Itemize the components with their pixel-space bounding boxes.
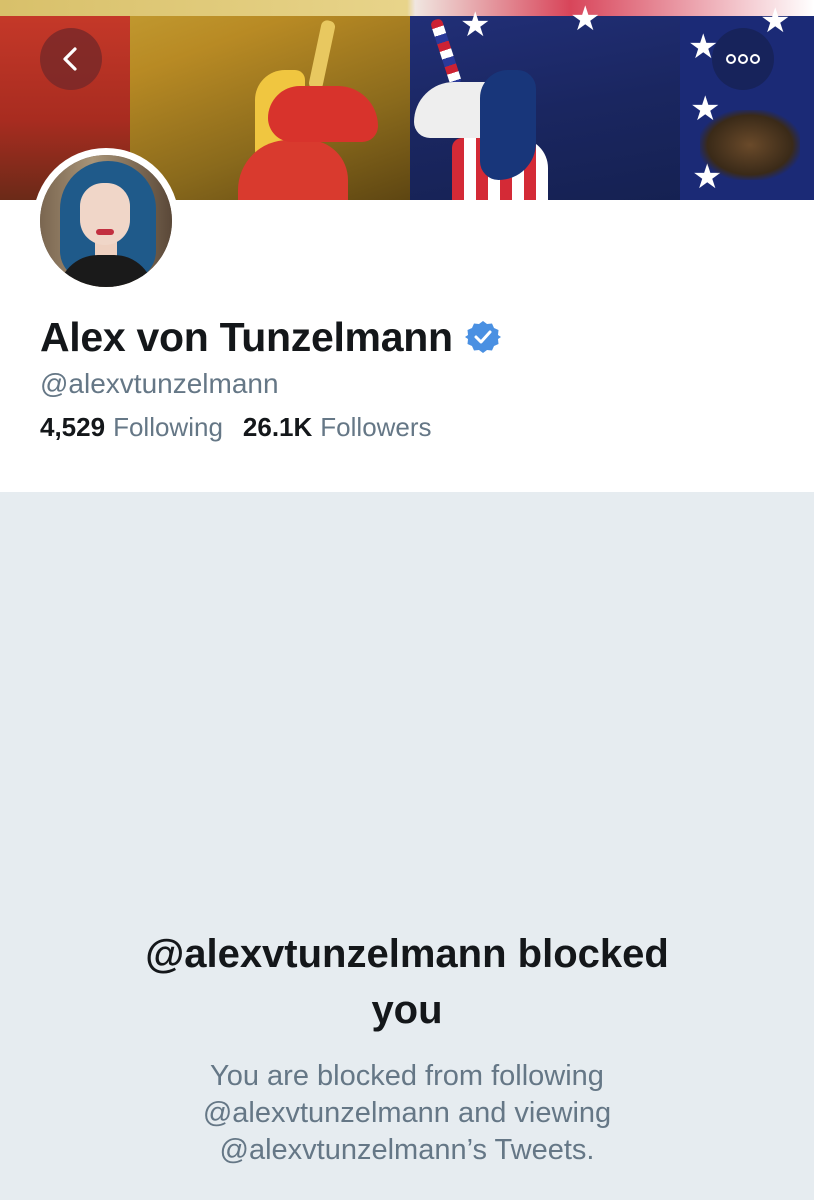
follow-stats: 4,529 Following 26.1K Followers: [40, 412, 432, 443]
followers-label: Followers: [320, 412, 432, 442]
blocked-title-line: @alexvtunzelmann blocked: [145, 932, 669, 976]
followers-stat[interactable]: 26.1K Followers: [243, 412, 432, 443]
avatar-photo: [40, 155, 172, 287]
following-count: 4,529: [40, 412, 106, 442]
banner-eagle: [700, 110, 800, 180]
verified-badge-icon: [464, 321, 501, 353]
more-options-button[interactable]: [712, 28, 774, 90]
followers-count: 26.1K: [242, 412, 313, 442]
blocked-title-line: you: [371, 988, 443, 1032]
name-row: Alex von Tunzelmann: [40, 312, 501, 362]
blocked-description-line: @alexvtunzelmann’s Tweets.: [219, 1134, 595, 1166]
star-shape: ★: [760, 2, 791, 40]
blocked-title: @alexvtunzelmann blocked you: [60, 926, 754, 1038]
following-stat[interactable]: 4,529 Following: [40, 412, 223, 443]
following-label: Following: [113, 412, 223, 442]
banner-unicorn-red: [268, 86, 378, 142]
display-name: Alex von Tunzelmann: [40, 313, 453, 360]
profile-handle: @alexvtunzelmann: [40, 368, 279, 399]
avatar[interactable]: [33, 148, 179, 294]
back-button[interactable]: [40, 28, 102, 90]
blocked-description: You are blocked from following @alexvtun…: [100, 1058, 714, 1169]
chevron-left-icon: [63, 47, 77, 71]
ellipsis-icon: [726, 54, 760, 64]
star-shape: ★: [460, 6, 491, 44]
blocked-description-line: @alexvtunzelmann and viewing: [202, 1097, 612, 1129]
banner-top-stripe: [0, 0, 814, 16]
blocked-description-line: You are blocked from following: [210, 1060, 604, 1092]
banner-mane-blue: [480, 70, 536, 180]
star-shape: ★: [570, 0, 601, 38]
